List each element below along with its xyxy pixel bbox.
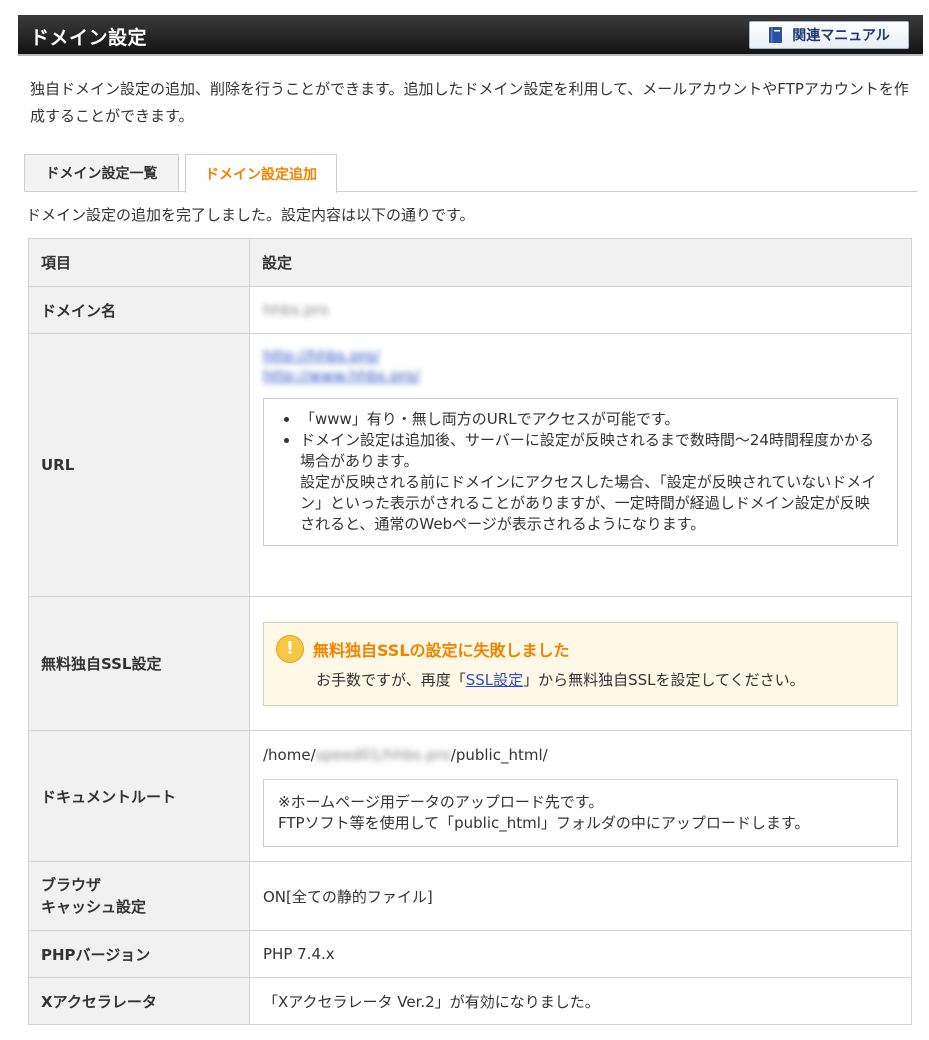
header-setting: 設定 [249, 238, 912, 287]
ssl-warning-title: 無料独自SSLの設定に失敗しました [313, 640, 570, 660]
table-row: URL http://hhbs.pro/ http://www.hhbs.pro… [28, 333, 912, 597]
settings-table: 項目 設定 ドメイン名 hhbs.pro URL http://hhbs.pro… [28, 238, 912, 1025]
xaccel-label: Xアクセラレータ [28, 977, 250, 1025]
related-manual-button[interactable]: 関連マニュアル [749, 21, 909, 49]
domain-name-label: ドメイン名 [28, 286, 250, 334]
page: ドメイン設定 関連マニュアル 独自ドメイン設定の追加、削除を行うことができます。… [0, 0, 929, 1040]
ssl-warning-box: ! 無料独自SSLの設定に失敗しました お手数ですが、再度「SSL設定」から無料… [263, 621, 898, 706]
url-note-box: 「www」有り・無し両方のURLでアクセスが可能です。 ドメイン設定は追加後、サ… [263, 398, 898, 546]
page-title: ドメイン設定 [30, 27, 148, 49]
ssl-settings-link[interactable]: SSL設定 [466, 671, 523, 689]
completion-message: ドメイン設定の追加を完了しました。設定内容は以下の通りです。 [26, 206, 475, 224]
page-header: ドメイン設定 関連マニュアル [18, 15, 923, 56]
url-note-extra: 設定が反映される前にドメインにアクセスした場合、「設定が反映されていないドメイン… [300, 473, 877, 533]
cache-label: ブラウザ キャッシュ設定 [28, 861, 250, 931]
docroot-note-line: ※ホームページ用データのアップロード先です。 [278, 792, 604, 811]
url-note-item: 「www」有り・無し両方のURLでアクセスが可能です。 [300, 409, 883, 430]
docroot-path-suffix: /public_html/ [450, 745, 548, 764]
cache-label-line2: キャッシュ設定 [41, 898, 147, 916]
table-row: ドキュメントルート /home/speed01/hhbs.pro/public_… [28, 730, 912, 862]
ssl-text-before: お手数ですが、再度「 [316, 670, 466, 689]
url-label: URL [28, 333, 250, 597]
docroot-label: ドキュメントルート [28, 730, 250, 862]
docroot-path-prefix: /home/ [263, 745, 316, 764]
table-row: 無料独自SSL設定 ! 無料独自SSLの設定に失敗しました お手数ですが、再度「… [28, 596, 912, 731]
related-manual-label: 関連マニュアル [792, 28, 890, 44]
ssl-label: 無料独自SSL設定 [28, 596, 250, 731]
cache-label-line1: ブラウザ [41, 876, 102, 894]
url-note-item: ドメイン設定は追加後、サーバーに設定が反映されるまで数時間〜24時間程度かかる場… [300, 430, 883, 472]
docroot-note-line: FTPソフト等を使用して「public_html」フォルダの中にアップロードしま… [278, 813, 810, 832]
domain-name-cell: hhbs.pro [249, 286, 912, 334]
table-row: Xアクセラレータ 「Xアクセラレータ Ver.2」が有効になりました。 [28, 977, 912, 1025]
domain-name-value: hhbs.pro [263, 301, 329, 319]
warning-icon: ! [276, 634, 304, 663]
cache-value: ON[全ての静的ファイル] [249, 861, 912, 931]
tab-bar: ドメイン設定一覧 ドメイン設定追加 [24, 154, 917, 193]
url-link-root[interactable]: http://hhbs.pro/ [263, 346, 898, 366]
book-icon [769, 27, 783, 43]
table-header-row: 項目 設定 [28, 238, 912, 287]
docroot-note-box: ※ホームページ用データのアップロード先です。 FTPソフト等を使用して「publ… [263, 778, 898, 847]
php-value: PHP 7.4.x [249, 930, 912, 978]
ssl-warning-text: お手数ですが、再度「SSL設定」から無料独自SSLを設定してください。 [316, 669, 856, 691]
url-link-www[interactable]: http://www.hhbs.pro/ [263, 366, 898, 386]
xaccel-value: 「Xアクセラレータ Ver.2」が有効になりました。 [249, 977, 912, 1025]
table-row: PHPバージョン PHP 7.4.x [28, 930, 912, 978]
docroot-cell: /home/speed01/hhbs.pro/public_html/ ※ホーム… [249, 730, 912, 862]
tab-domain-list[interactable]: ドメイン設定一覧 [24, 154, 179, 192]
ssl-cell: ! 無料独自SSLの設定に失敗しました お手数ですが、再度「SSL設定」から無料… [249, 596, 912, 731]
table-row: ドメイン名 hhbs.pro [28, 286, 912, 334]
docroot-path: /home/speed01/hhbs.pro/public_html/ [263, 744, 898, 766]
tab-domain-add[interactable]: ドメイン設定追加 [185, 154, 337, 193]
table-row: ブラウザ キャッシュ設定 ON[全ての静的ファイル] [28, 861, 912, 931]
intro-text: 独自ドメイン設定の追加、削除を行うことができます。追加したドメイン設定を利用して… [30, 80, 909, 125]
docroot-path-blur: speed01/hhbs.pro [315, 745, 451, 764]
php-label: PHPバージョン [28, 930, 250, 978]
url-cell: http://hhbs.pro/ http://www.hhbs.pro/ 「w… [249, 333, 912, 597]
header-item: 項目 [28, 238, 250, 287]
ssl-text-after: 」から無料独自SSLを設定してください。 [523, 670, 805, 689]
